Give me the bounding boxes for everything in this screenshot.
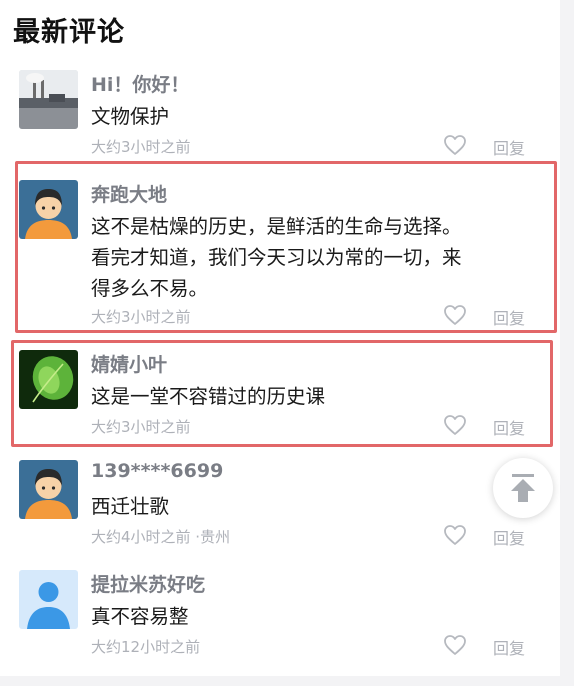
highlight-box — [11, 340, 553, 447]
comment-timestamp: 大约4小时之前 ·贵州 — [91, 528, 231, 546]
arrow-up-to-top-icon — [511, 474, 535, 502]
comment-text-line: 西迁壮歌 — [91, 495, 170, 518]
heart-icon[interactable] — [443, 134, 467, 156]
comment-timestamp: 大约12小时之前 — [91, 638, 201, 656]
highlight-box — [15, 161, 557, 333]
default-person-avatar[interactable] — [19, 570, 78, 629]
comment-username[interactable]: Hi！你好！ — [91, 70, 189, 97]
reply-button[interactable]: 回复 — [493, 135, 525, 159]
heart-icon[interactable] — [443, 634, 467, 656]
cartoon-boy-avatar[interactable] — [19, 460, 78, 519]
reply-button[interactable]: 回复 — [493, 635, 525, 659]
reply-button[interactable]: 回复 — [493, 525, 525, 549]
page-bottom-edge — [0, 676, 574, 686]
heart-icon[interactable] — [443, 524, 467, 546]
comment-timestamp: 大约3小时之前 — [91, 138, 191, 156]
scroll-to-top-button[interactable] — [493, 458, 553, 518]
comment-text-line: 文物保护 — [91, 105, 170, 128]
comment-text-line: 真不容易整 — [91, 605, 189, 628]
comment-username[interactable]: 提拉米苏好吃 — [91, 570, 205, 597]
comment-username[interactable]: 139****6699 — [91, 460, 223, 482]
factory-photo-avatar[interactable] — [19, 70, 78, 129]
section-title: 最新评论 — [13, 17, 125, 48]
page-right-edge — [560, 0, 574, 686]
